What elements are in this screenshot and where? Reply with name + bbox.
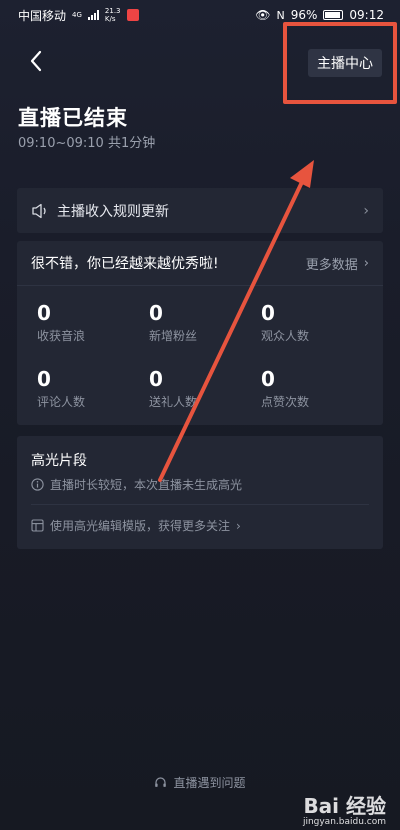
highlights-info-text: 直播时长较短，本次直播未生成高光 bbox=[50, 478, 243, 492]
notification-app-icon bbox=[126, 9, 139, 21]
chevron-right-icon: › bbox=[363, 202, 369, 219]
highlights-title: 高光片段 bbox=[31, 453, 87, 469]
net-speed-value: 21.3 bbox=[104, 7, 121, 15]
stat-value: 0 bbox=[149, 301, 163, 325]
headset-icon bbox=[155, 777, 167, 787]
stat-value: 0 bbox=[37, 301, 51, 325]
battery-icon bbox=[323, 10, 344, 20]
stats-grid: 0 收获音浪 0 新增粉丝 0 观众人数 0 评论人数 0 送礼人数 0 点赞次… bbox=[17, 286, 383, 410]
stat-label: 新增粉丝 bbox=[149, 329, 198, 343]
speaker-icon bbox=[32, 203, 46, 218]
info-icon bbox=[31, 478, 44, 491]
income-rule-notice[interactable]: 主播收入规则更新 › bbox=[17, 188, 383, 233]
nfc-icon: N bbox=[276, 8, 285, 22]
stat-item: 0 点赞次数 bbox=[261, 368, 373, 410]
stat-item: 0 观众人数 bbox=[261, 302, 373, 344]
watermark-url: jingyan.baidu.com bbox=[302, 817, 386, 827]
stat-item: 0 新增粉丝 bbox=[149, 302, 261, 344]
more-data-link[interactable]: 更多数据 › bbox=[306, 254, 369, 273]
chevron-right-icon: › bbox=[236, 518, 241, 533]
carrier-label: 中国移动 bbox=[18, 8, 67, 23]
stat-label: 观众人数 bbox=[261, 329, 310, 343]
status-bar: 中国移动 4G 21.3 K/s 👁 N 96% 09:12 bbox=[0, 0, 400, 30]
eye-icon: 👁 bbox=[255, 8, 271, 22]
stat-label: 点赞次数 bbox=[261, 395, 310, 409]
watermark-logo: Bai 经验 bbox=[303, 794, 386, 818]
live-duration: 09:10~09:10 共1分钟 bbox=[18, 136, 156, 151]
net-speed-unit: K/s bbox=[104, 15, 116, 23]
stats-headline: 很不错，你已经越来越优秀啦! bbox=[31, 256, 219, 272]
page-title: 直播已结束 bbox=[18, 106, 128, 130]
template-icon bbox=[31, 519, 44, 532]
stat-item: 0 评论人数 bbox=[37, 368, 149, 410]
network-type: 4G bbox=[72, 11, 82, 19]
stat-value: 0 bbox=[261, 301, 275, 325]
notice-label: 主播收入规则更新 bbox=[57, 203, 169, 220]
highlight-template-link[interactable]: 使用高光编辑模版，获得更多关注 › bbox=[31, 517, 241, 534]
chevron-left-icon bbox=[30, 50, 42, 72]
stats-card: 很不错，你已经越来越优秀啦! 更多数据 › 0 收获音浪 0 新增粉丝 0 观众… bbox=[17, 241, 383, 425]
stat-item: 0 送礼人数 bbox=[149, 368, 261, 410]
back-button[interactable] bbox=[22, 46, 50, 76]
stat-value: 0 bbox=[261, 367, 275, 391]
stat-item: 0 收获音浪 bbox=[37, 302, 149, 344]
stat-label: 收获音浪 bbox=[37, 329, 86, 343]
help-text: 直播遇到问题 bbox=[173, 776, 246, 790]
stat-label: 送礼人数 bbox=[149, 395, 198, 409]
highlights-card: 高光片段 直播时长较短，本次直播未生成高光 使用高光编辑模版，获得更多关注 › bbox=[17, 436, 383, 549]
anchor-center-button[interactable]: 主播中心 bbox=[308, 49, 382, 77]
net-speed: 21.3 K/s bbox=[105, 7, 121, 23]
chevron-right-icon: › bbox=[363, 255, 369, 271]
stat-value: 0 bbox=[37, 367, 51, 391]
clock: 09:12 bbox=[349, 8, 384, 22]
stats-header: 很不错，你已经越来越优秀啦! 更多数据 › bbox=[17, 241, 383, 286]
divider bbox=[31, 504, 369, 505]
highlights-info: 直播时长较短，本次直播未生成高光 bbox=[31, 476, 242, 493]
battery-percent: 96% bbox=[290, 8, 318, 22]
more-data-label: 更多数据 bbox=[305, 257, 358, 273]
template-link-text: 使用高光编辑模版，获得更多关注 bbox=[50, 519, 231, 533]
baidu-watermark: Bai 经验 jingyan.baidu.com bbox=[303, 790, 386, 827]
stat-value: 0 bbox=[149, 367, 163, 391]
help-link[interactable]: 直播遇到问题 bbox=[0, 774, 400, 791]
signal-icon bbox=[87, 10, 99, 20]
stat-label: 评论人数 bbox=[37, 395, 86, 409]
network-indicator: 4G bbox=[72, 11, 82, 19]
